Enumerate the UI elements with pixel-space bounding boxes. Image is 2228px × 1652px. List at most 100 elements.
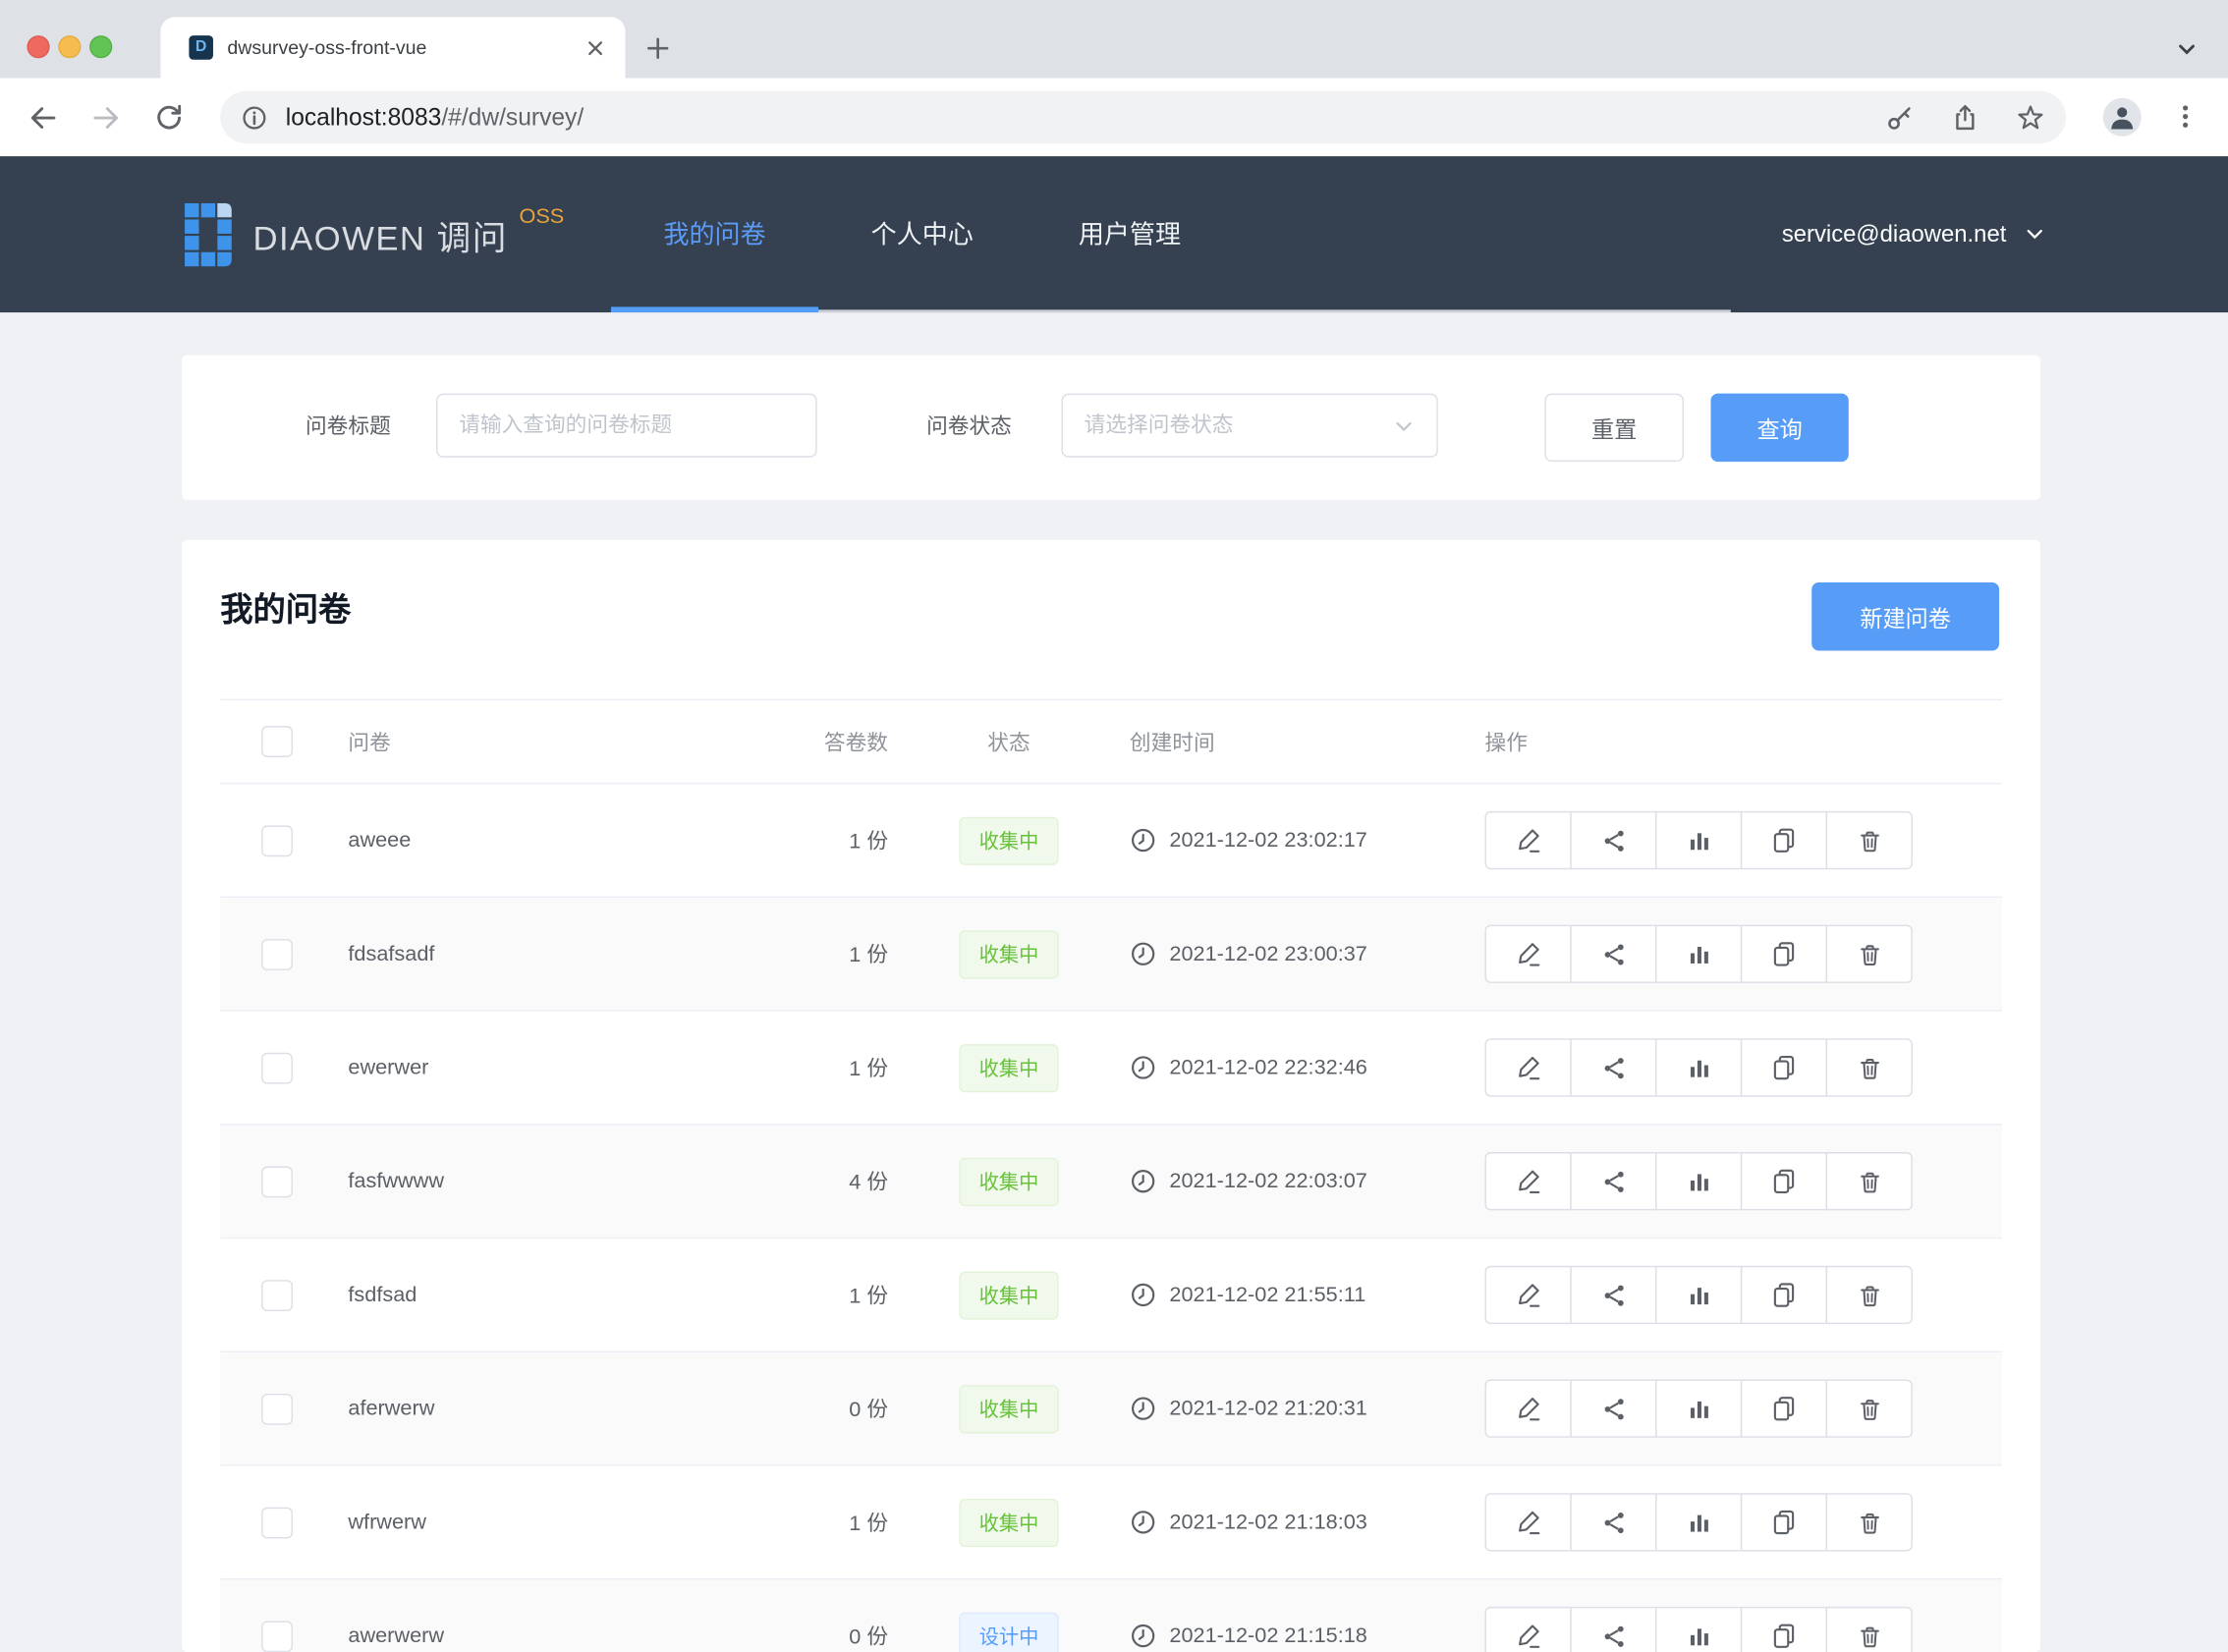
edit-button[interactable] — [1485, 1379, 1572, 1437]
forward-button[interactable] — [86, 98, 127, 138]
share-button[interactable] — [1570, 1607, 1656, 1652]
user-menu[interactable]: service@diaowen.net — [1782, 156, 2046, 312]
stats-button[interactable] — [1655, 1038, 1742, 1096]
share-button[interactable] — [1570, 1038, 1656, 1096]
row-actions — [1485, 1266, 1913, 1324]
stats-icon — [1685, 1281, 1713, 1309]
share-button[interactable] — [1570, 1266, 1656, 1324]
nav-item-user-management[interactable]: 用户管理 — [1026, 156, 1233, 309]
delete-button[interactable] — [1826, 1607, 1913, 1652]
edit-button[interactable] — [1485, 1607, 1572, 1652]
title-filter-input[interactable] — [436, 394, 817, 458]
row-checkbox[interactable] — [261, 1507, 293, 1538]
brand[interactable]: DIAOWEN 调问 OSS — [185, 156, 564, 312]
stats-button[interactable] — [1655, 1493, 1742, 1551]
status-badge: 收集中 — [959, 816, 1058, 864]
edit-button[interactable] — [1485, 1038, 1572, 1096]
site-info-icon[interactable] — [240, 103, 268, 132]
table-header: 问卷 答卷数 状态 创建时间 操作 — [220, 699, 2002, 785]
delete-icon — [1855, 1167, 1883, 1195]
stats-button[interactable] — [1655, 811, 1742, 869]
delete-button[interactable] — [1826, 1152, 1913, 1210]
response-count: 1 份 — [774, 1053, 902, 1082]
nav-item-my-surveys[interactable]: 我的问卷 — [611, 156, 818, 309]
copy-button[interactable] — [1741, 811, 1827, 869]
row-checkbox[interactable] — [261, 938, 293, 969]
url-path: /#/dw/survey/ — [441, 103, 584, 130]
copy-icon — [1769, 939, 1799, 968]
copy-button[interactable] — [1741, 1152, 1827, 1210]
address-bar[interactable]: localhost:8083/#/dw/survey/ — [220, 91, 2066, 144]
edit-icon — [1513, 825, 1542, 854]
reset-button[interactable]: 重置 — [1544, 394, 1684, 462]
delete-button[interactable] — [1826, 1266, 1913, 1324]
back-button[interactable] — [23, 98, 63, 138]
edit-button[interactable] — [1485, 1152, 1572, 1210]
stats-icon — [1685, 1508, 1713, 1536]
stats-button[interactable] — [1655, 1266, 1742, 1324]
stats-button[interactable] — [1655, 925, 1742, 983]
response-count: 0 份 — [774, 1394, 902, 1423]
row-checkbox[interactable] — [261, 1280, 293, 1311]
stats-button[interactable] — [1655, 1152, 1742, 1210]
tab-close-icon[interactable] — [583, 34, 608, 60]
row-checkbox[interactable] — [261, 825, 293, 856]
edit-button[interactable] — [1485, 925, 1572, 983]
window-zoom-button[interactable] — [89, 35, 112, 58]
row-actions — [1485, 811, 1913, 869]
url-text[interactable]: localhost:8083/#/dw/survey/ — [286, 103, 584, 132]
bookmark-star-icon[interactable] — [2015, 101, 2046, 133]
delete-button[interactable] — [1826, 1038, 1913, 1096]
share-button[interactable] — [1570, 925, 1656, 983]
password-key-icon[interactable] — [1884, 101, 1916, 133]
table-body: aweee 1 份 收集中 2021-12-02 23:02:17 fdsafs… — [220, 784, 2002, 1652]
stats-icon — [1685, 940, 1713, 968]
reload-button[interactable] — [149, 98, 190, 138]
delete-button[interactable] — [1826, 811, 1913, 869]
browser-tab[interactable]: D dwsurvey-oss-front-vue — [160, 17, 625, 78]
copy-button[interactable] — [1741, 1379, 1827, 1437]
copy-button[interactable] — [1741, 1607, 1827, 1652]
copy-button[interactable] — [1741, 1038, 1827, 1096]
stats-button[interactable] — [1655, 1379, 1742, 1437]
col-header-name: 问卷 — [334, 727, 774, 756]
delete-button[interactable] — [1826, 1379, 1913, 1437]
browser-profile-avatar[interactable] — [2103, 98, 2142, 137]
edit-button[interactable] — [1485, 1266, 1572, 1324]
stats-button[interactable] — [1655, 1607, 1742, 1652]
copy-button[interactable] — [1741, 1493, 1827, 1551]
window-close-button[interactable] — [27, 35, 49, 58]
window-minimize-button[interactable] — [58, 35, 81, 58]
user-chevron-down-icon — [2024, 223, 2046, 246]
row-checkbox[interactable] — [261, 1052, 293, 1083]
tab-search-chevron-icon[interactable] — [2171, 34, 2202, 66]
row-checkbox[interactable] — [261, 1621, 293, 1652]
clock-icon — [1130, 1509, 1156, 1535]
select-all-checkbox[interactable] — [261, 726, 293, 757]
share-button[interactable] — [1570, 1152, 1656, 1210]
copy-icon — [1769, 1280, 1799, 1309]
share-button[interactable] — [1570, 1493, 1656, 1551]
status-filter-select[interactable] — [1061, 394, 1437, 458]
response-count: 1 份 — [774, 939, 902, 968]
browser-menu-icon[interactable] — [2171, 101, 2200, 133]
share-button[interactable] — [1570, 1379, 1656, 1437]
row-checkbox[interactable] — [261, 1166, 293, 1197]
share-button[interactable] — [1570, 811, 1656, 869]
new-tab-button[interactable] — [642, 32, 674, 64]
edit-button[interactable] — [1485, 811, 1572, 869]
response-count: 1 份 — [774, 1508, 902, 1537]
search-button[interactable]: 查询 — [1711, 394, 1849, 462]
edit-button[interactable] — [1485, 1493, 1572, 1551]
nav-item-profile[interactable]: 个人中心 — [818, 156, 1026, 309]
copy-button[interactable] — [1741, 925, 1827, 983]
edit-icon — [1513, 939, 1542, 968]
delete-button[interactable] — [1826, 925, 1913, 983]
delete-button[interactable] — [1826, 1493, 1913, 1551]
edit-icon — [1513, 1053, 1542, 1082]
row-checkbox[interactable] — [261, 1393, 293, 1424]
create-survey-button[interactable]: 新建问卷 — [1811, 582, 1999, 650]
screen: D dwsurvey-oss-front-vue localhost: — [0, 0, 2228, 1652]
copy-button[interactable] — [1741, 1266, 1827, 1324]
share-page-icon[interactable] — [1950, 101, 1981, 133]
